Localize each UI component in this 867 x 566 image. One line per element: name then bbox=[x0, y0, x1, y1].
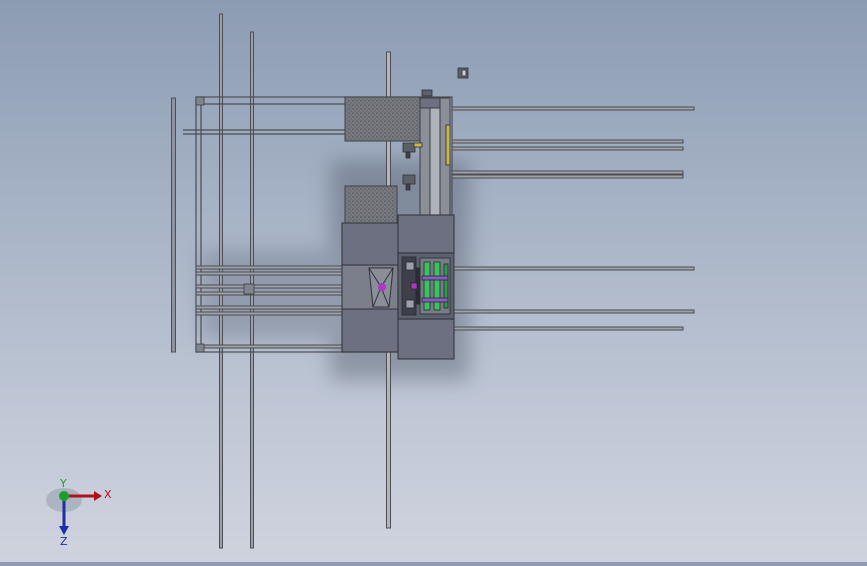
z-axis-label: Z bbox=[60, 535, 68, 548]
x-axis-arrowhead bbox=[94, 491, 102, 501]
y-axis-label: Y bbox=[59, 478, 67, 490]
x-axis-label: X bbox=[104, 488, 112, 501]
cad-graphics-viewport[interactable]: X Y Z bbox=[0, 0, 867, 562]
z-axis-arrowhead bbox=[59, 526, 69, 535]
coordinate-triad: X Y Z bbox=[46, 478, 112, 548]
hopper-funnel[interactable] bbox=[368, 267, 394, 308]
vertical-slide-column[interactable] bbox=[419, 97, 451, 217]
drive-mechanism[interactable] bbox=[397, 252, 455, 320]
y-axis-dot bbox=[59, 491, 69, 501]
cad-model-drawing bbox=[171, 13, 695, 549]
horizontal-guide-rails[interactable] bbox=[451, 106, 695, 331]
